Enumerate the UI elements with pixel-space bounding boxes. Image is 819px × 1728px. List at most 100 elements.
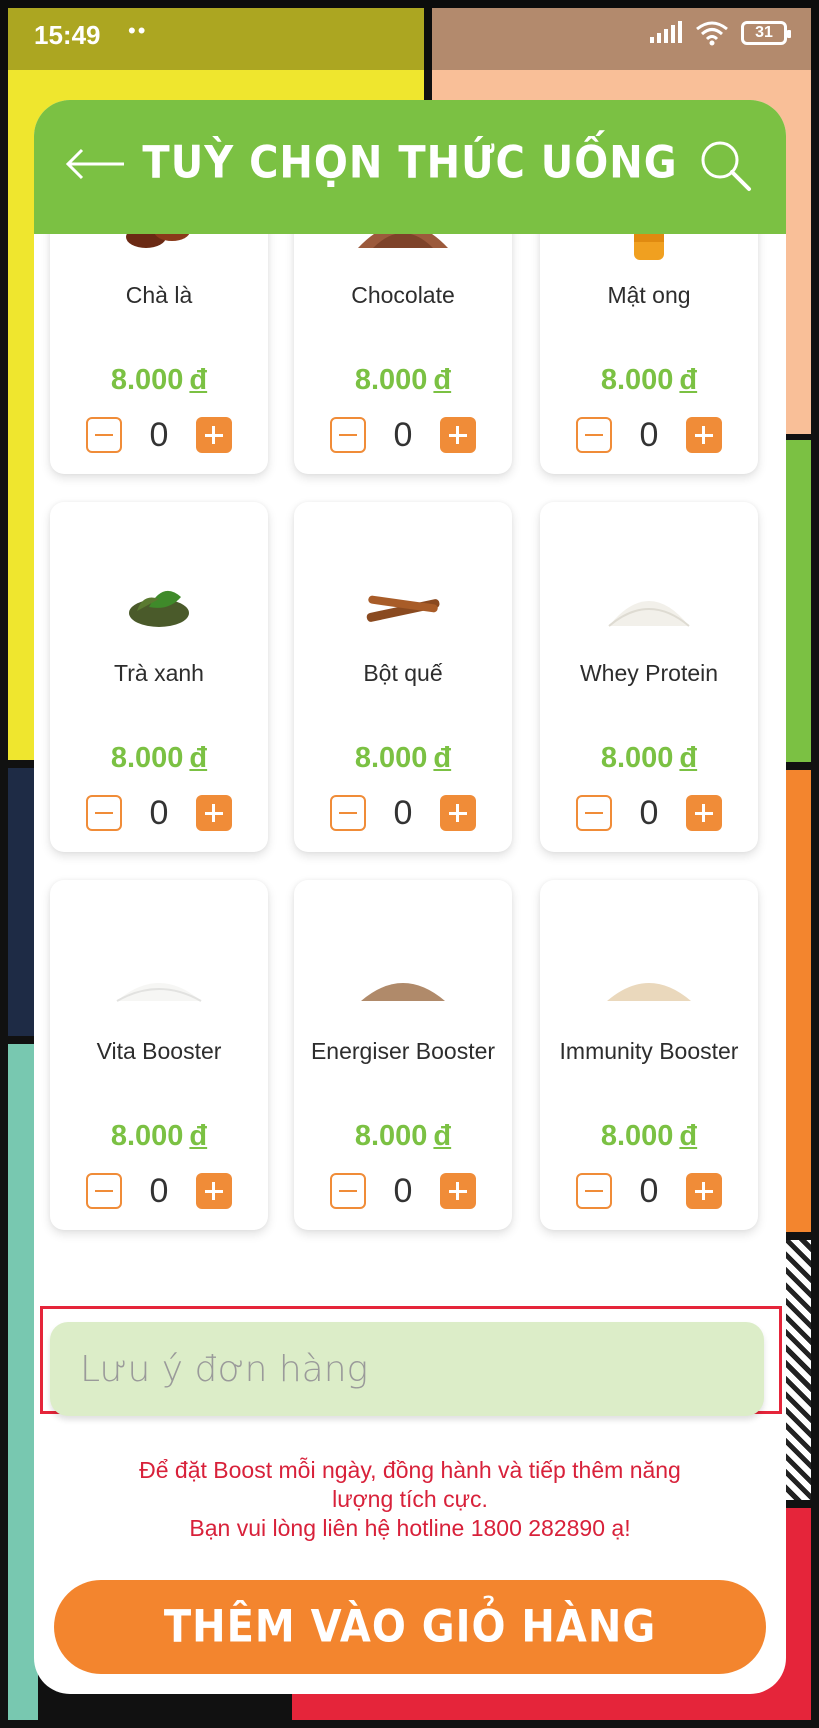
topping-name: Chà là [125, 282, 193, 308]
increase-button[interactable] [439, 795, 476, 831]
wifi-icon [696, 21, 728, 46]
topping-card: Bột quế 8.000 đ 0 [294, 502, 512, 852]
plus-icon [204, 425, 223, 444]
search-icon [701, 141, 751, 191]
quantity-value: 0 [639, 1171, 659, 1210]
price-value: 8.000 [600, 364, 674, 396]
topping-card: Chocolate 8.000 đ 0 [294, 234, 512, 474]
quantity-stepper: 0 [576, 794, 722, 832]
add-to-cart-label: THÊM VÀO GIỎ HÀNG [163, 1601, 657, 1653]
quantity-value: 0 [149, 793, 169, 832]
increase-button[interactable] [195, 795, 232, 831]
plus-icon [448, 803, 467, 822]
increase-button[interactable] [195, 1173, 232, 1209]
status-bar: 15:49 •• 31 [0, 0, 819, 70]
quantity-stepper: 0 [86, 416, 232, 454]
minus-icon [339, 434, 357, 436]
notification-dots: •• [128, 18, 148, 43]
minus-icon [585, 812, 603, 814]
currency-symbol: đ [189, 1120, 208, 1152]
topping-price: 8.000 đ [540, 364, 758, 397]
add-to-cart-button[interactable]: THÊM VÀO GIỎ HÀNG [54, 1580, 766, 1674]
notice-line-3: Bạn vui lòng liên hệ hotline 1800 282890… [189, 1515, 631, 1541]
decrease-button[interactable] [86, 417, 122, 453]
topping-name: Bột quế [363, 660, 443, 686]
currency-symbol: đ [679, 1120, 698, 1152]
increase-button[interactable] [685, 795, 722, 831]
price-value: 8.000 [354, 1120, 428, 1152]
hotline-notice: Để đặt Boost mỗi ngày, đồng hành và tiếp… [34, 1456, 786, 1543]
topping-price: 8.000 đ [540, 742, 758, 775]
decrease-button[interactable] [576, 795, 612, 831]
minus-icon [585, 1190, 603, 1192]
plus-icon [204, 803, 223, 822]
currency-symbol: đ [189, 364, 208, 396]
battery-icon: 31 [741, 21, 791, 45]
currency-symbol: đ [433, 742, 452, 774]
decrease-button[interactable] [330, 1173, 366, 1209]
increase-button[interactable] [439, 1173, 476, 1209]
arrow-left-icon [65, 148, 124, 180]
quantity-value: 0 [393, 1171, 413, 1210]
order-note-input[interactable] [50, 1322, 764, 1416]
topping-name: Immunity Booster [559, 1038, 739, 1064]
quantity-value: 0 [393, 793, 413, 832]
topping-card: Trà xanh 8.000 đ 0 [50, 502, 268, 852]
topping-price: 8.000 đ [294, 1120, 512, 1153]
minus-icon [339, 812, 357, 814]
topping-name: Mật ong [607, 282, 691, 308]
topping-card: Mật ong 8.000 đ 0 [540, 234, 758, 474]
quantity-stepper: 0 [330, 794, 476, 832]
search-button[interactable] [698, 138, 752, 192]
whey-powder-icon [540, 572, 758, 642]
decrease-button[interactable] [576, 417, 612, 453]
quantity-value: 0 [149, 415, 169, 454]
decrease-button[interactable] [86, 795, 122, 831]
dates-icon [50, 234, 268, 264]
status-time: 15:49 [34, 20, 101, 50]
decrease-button[interactable] [330, 795, 366, 831]
decrease-button[interactable] [576, 1173, 612, 1209]
signal-icon [650, 21, 682, 43]
cinnamon-icon [294, 572, 512, 642]
green-tea-icon [50, 572, 268, 642]
plus-icon [694, 425, 713, 444]
bg-block-orange [786, 770, 811, 1232]
quantity-value: 0 [639, 793, 659, 832]
currency-symbol: đ [679, 742, 698, 774]
quantity-stepper: 0 [330, 416, 476, 454]
bg-block-green [786, 440, 811, 762]
battery-level: 31 [755, 24, 773, 41]
price-value: 8.000 [600, 1120, 674, 1152]
quantity-stepper: 0 [576, 416, 722, 454]
currency-symbol: đ [433, 364, 452, 396]
cocoa-powder-icon [294, 234, 512, 264]
topping-name: Chocolate [351, 282, 455, 308]
decrease-button[interactable] [330, 417, 366, 453]
plus-icon [694, 1181, 713, 1200]
increase-button[interactable] [685, 417, 722, 453]
topping-price: 8.000 đ [294, 364, 512, 397]
plus-icon [448, 1181, 467, 1200]
topping-card: Energiser Booster 8.000 đ 0 [294, 880, 512, 1230]
page-title: TUỲ CHỌN THỨC UỐNG [142, 137, 678, 189]
topping-price: 8.000 đ [294, 742, 512, 775]
minus-icon [95, 1190, 113, 1192]
header-bar: TUỲ CHỌN THỨC UỐNG [34, 100, 786, 234]
decrease-button[interactable] [86, 1173, 122, 1209]
increase-button[interactable] [195, 417, 232, 453]
increase-button[interactable] [439, 417, 476, 453]
topping-grid: Chà là 8.000 đ 0 Chocolate 8.000 đ 0 Mật o… [34, 234, 786, 1380]
price-value: 8.000 [600, 742, 674, 774]
currency-symbol: đ [433, 1120, 452, 1152]
quantity-value: 0 [639, 415, 659, 454]
back-button[interactable] [64, 144, 128, 184]
minus-icon [95, 812, 113, 814]
plus-icon [204, 1181, 223, 1200]
topping-card: Whey Protein 8.000 đ 0 [540, 502, 758, 852]
topping-name: Vita Booster [96, 1038, 222, 1064]
notice-line-1: Để đặt Boost mỗi ngày, đồng hành và tiếp… [139, 1457, 681, 1483]
topping-card: Immunity Booster 8.000 đ 0 [540, 880, 758, 1230]
topping-price: 8.000 đ [540, 1120, 758, 1153]
increase-button[interactable] [685, 1173, 722, 1209]
